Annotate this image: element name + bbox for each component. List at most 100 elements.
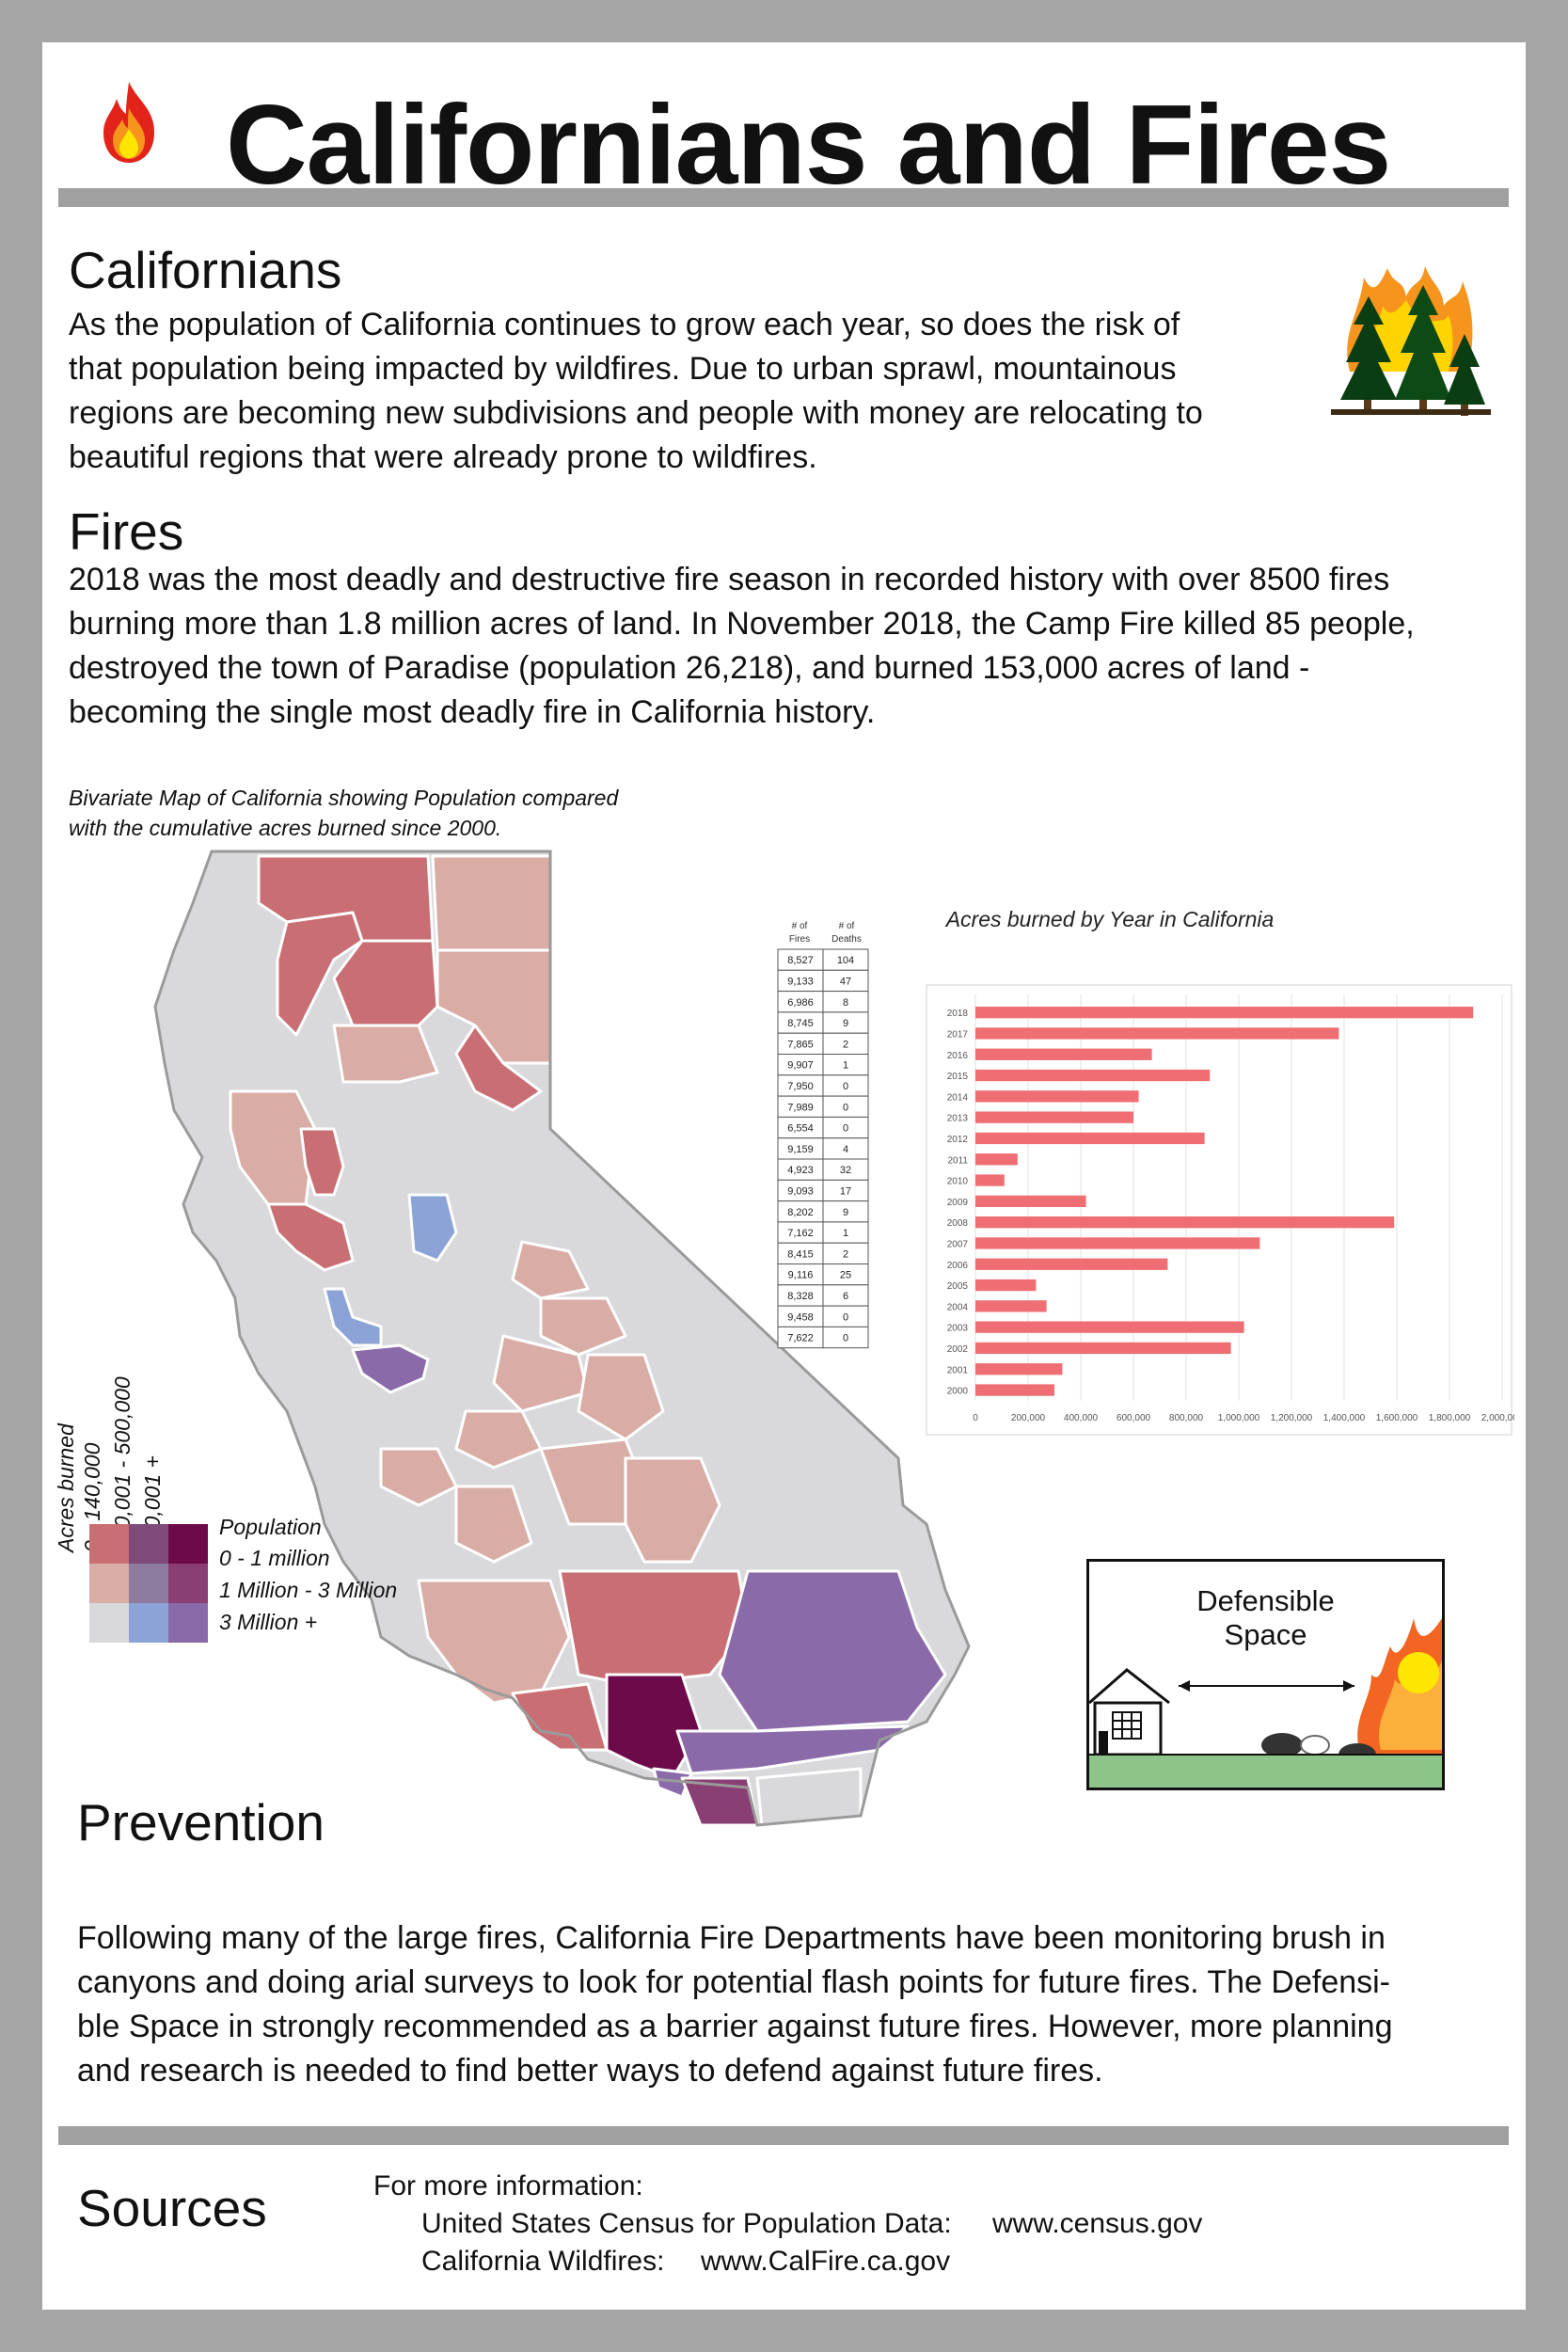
- prevention-heading: Prevention: [77, 1793, 325, 1851]
- table-deaths-value: 6: [843, 1291, 848, 1302]
- chart-bar: [975, 1384, 1054, 1396]
- y-tick-label: 2003: [947, 1324, 969, 1334]
- legend-population-class: 0 - 1 million: [219, 1546, 330, 1570]
- poster: Californians and Fires Californians As t…: [42, 42, 1526, 2310]
- table-header-text: Deaths: [832, 934, 862, 945]
- y-tick-label: 2010: [947, 1177, 969, 1187]
- table-deaths-value: 2: [843, 1039, 848, 1050]
- table-fires-value: 4,923: [787, 1165, 814, 1176]
- legend-population-title: Population: [219, 1515, 322, 1539]
- text-line: canyons and doing arial surveys to look …: [77, 1964, 1391, 2000]
- y-tick-label: 2015: [947, 1072, 969, 1082]
- chart-bar: [975, 1342, 1231, 1355]
- y-tick-label: 2000: [947, 1387, 969, 1397]
- chart-bar: [975, 1300, 1047, 1312]
- map-caption: Bivariate Map of California showing Popu…: [69, 783, 618, 843]
- table-deaths-value: 2: [843, 1248, 848, 1260]
- table-fires-value: 7,865: [787, 1039, 814, 1050]
- text-line: 2018 was the most deadly and destructive…: [69, 562, 1390, 597]
- text-line: burning more than 1.8 million acres of l…: [69, 606, 1415, 642]
- y-tick-label: 2009: [947, 1198, 969, 1208]
- table-fires-value: 8,328: [787, 1291, 814, 1302]
- table-deaths-value: 17: [840, 1185, 851, 1197]
- text-line: becoming the single most deadly fire in …: [69, 694, 876, 730]
- y-tick-label: 2018: [947, 1009, 969, 1019]
- bivariate-legend-grid: [89, 1524, 208, 1643]
- x-tick-label: 0: [973, 1413, 978, 1423]
- table-deaths-value: 32: [840, 1165, 851, 1176]
- table-fires-value: 8,745: [787, 1018, 814, 1029]
- y-tick-label: 2001: [947, 1365, 969, 1375]
- sources-heading: Sources: [77, 2179, 267, 2237]
- acres-burned-chart: Acres burned by Year in California 0 200,0…: [926, 907, 1514, 1436]
- legend-swatch: [129, 1524, 168, 1564]
- table-deaths-value: 47: [840, 976, 851, 987]
- x-tick-label: 1,800,000: [1429, 1413, 1471, 1423]
- chart-bar: [975, 1195, 1086, 1207]
- county-tehama: [332, 1024, 439, 1084]
- table-header-text: # of: [792, 921, 808, 931]
- x-tick-label: 1,000,000: [1218, 1413, 1260, 1423]
- y-tick-label: 2002: [947, 1344, 969, 1355]
- flame-icon: [103, 82, 154, 163]
- y-tick-label: 2016: [947, 1051, 969, 1061]
- source-link[interactable]: www.CalFire.ca.gov: [701, 2246, 950, 2278]
- chart-bar: [975, 1363, 1063, 1375]
- text-line: destroyed the town of Paradise (populati…: [69, 650, 1310, 686]
- table-fires-value: 9,907: [787, 1060, 814, 1072]
- x-tick-label: 1,600,000: [1376, 1413, 1418, 1423]
- table-fires-value: 7,622: [787, 1333, 814, 1344]
- table-deaths-value: 1: [843, 1060, 848, 1072]
- y-tick-label: 2005: [947, 1281, 969, 1292]
- source-label: United States Census for Population Data…: [421, 2208, 952, 2239]
- y-tick-label: 2008: [947, 1218, 969, 1229]
- table-fires-value: 9,159: [787, 1144, 814, 1155]
- legend-swatch: [168, 1524, 208, 1564]
- text-line: As the population of California continue…: [69, 307, 1180, 342]
- table-deaths-value: 8: [843, 997, 848, 1009]
- x-tick-label: 800,000: [1169, 1413, 1204, 1423]
- y-tick-label: 2014: [947, 1092, 969, 1103]
- table-fires-value: 7,950: [787, 1081, 814, 1092]
- table-deaths-value: 9: [843, 1018, 848, 1029]
- table-fires-value: 9,116: [788, 1270, 814, 1281]
- x-tick-label: 1,400,000: [1323, 1413, 1366, 1423]
- table-fires-value: 7,162: [787, 1228, 814, 1239]
- legend-swatch: [168, 1603, 208, 1643]
- county-san-luis-obispo: [417, 1579, 571, 1705]
- source-link[interactable]: www.census.gov: [992, 2208, 1202, 2240]
- x-tick-label: 1,200,000: [1271, 1413, 1313, 1423]
- y-tick-label: 2012: [947, 1135, 969, 1145]
- text-line: and research is needed to find better wa…: [77, 2053, 1103, 2089]
- chart-bar: [975, 1258, 1168, 1270]
- legend-swatch: [89, 1564, 129, 1603]
- text-line: that population being impacted by wildfi…: [69, 351, 1177, 387]
- table-deaths-value: 0: [843, 1102, 848, 1113]
- chart-bar: [975, 1237, 1260, 1249]
- forest-fire-icon: [1331, 266, 1491, 416]
- y-tick-label: 2011: [947, 1155, 968, 1166]
- table-fires-value: 8,527: [787, 955, 814, 966]
- legend-swatch: [89, 1524, 129, 1564]
- y-tick-label: 2017: [947, 1029, 969, 1040]
- chart-bar: [975, 1153, 1018, 1166]
- sources-intro: For more information:: [373, 2170, 643, 2201]
- table-header-text: # of: [839, 921, 855, 931]
- fires-heading: Fires: [69, 502, 184, 561]
- chart-bar: [975, 1027, 1339, 1040]
- table-fires-value: 9,093: [787, 1185, 814, 1197]
- y-tick-label: 2006: [947, 1261, 969, 1271]
- y-tick-label: 2013: [947, 1114, 969, 1124]
- sources-rule: [58, 2126, 1509, 2145]
- source-label: California Wildfires:: [421, 2246, 665, 2277]
- chart-title: Acres burned by Year in California: [944, 907, 1275, 931]
- table-deaths-value: 25: [840, 1270, 851, 1281]
- table-deaths-value: 4: [843, 1144, 848, 1155]
- chart-bar: [975, 1111, 1133, 1123]
- prevention-paragraph: Following many of the large fires, Calif…: [77, 1916, 1393, 2093]
- chart-bar: [975, 1048, 1152, 1060]
- chart-bar: [975, 1007, 1474, 1019]
- table-fires-value: 7,989: [787, 1102, 814, 1113]
- californians-heading: Californians: [69, 241, 342, 299]
- table-deaths-value: 0: [843, 1123, 848, 1135]
